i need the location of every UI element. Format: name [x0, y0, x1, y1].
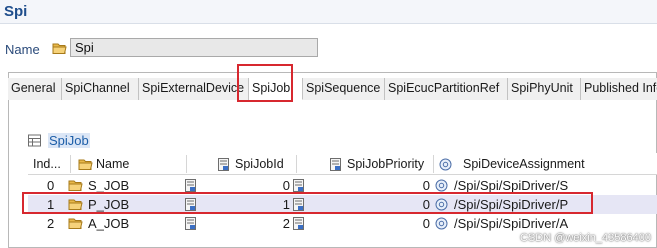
editor-title: Spi	[4, 3, 28, 20]
folder-icon	[68, 180, 83, 191]
tab-spichannel[interactable]: SpiChannel	[62, 78, 139, 100]
row-device-assignment[interactable]: /Spi/Spi/SpiDriver/S	[454, 176, 568, 195]
tab-published-info[interactable]: Published Info	[581, 78, 657, 100]
number-field-icon	[293, 179, 304, 192]
table-header: Ind... Name SpiJobId SpiJobPriority SpiD…	[28, 153, 657, 175]
folder-icon	[68, 218, 83, 229]
reference-icon	[435, 217, 448, 230]
number-field-icon	[330, 158, 341, 171]
watermark: CSDN @weixin_43586400	[519, 232, 651, 244]
column-header-spijobpriority[interactable]: SpiJobPriority	[347, 153, 424, 175]
number-field-icon	[218, 158, 229, 171]
reference-icon	[439, 158, 452, 171]
row-job-id[interactable]: 0	[260, 176, 290, 195]
folder-icon	[52, 43, 67, 54]
folder-icon	[78, 159, 93, 170]
table-view-icon	[28, 134, 41, 147]
tab-spiecucpartitionref[interactable]: SpiEcucPartitionRef	[385, 78, 508, 100]
tab-general[interactable]: General	[8, 78, 62, 100]
row-priority[interactable]: 0	[398, 214, 430, 233]
table-row[interactable]: 0 S_JOB 0 0 /Spi/Spi/SpiDriver/S	[28, 176, 657, 195]
row-index: 0	[47, 178, 55, 193]
row-name[interactable]: S_JOB	[88, 176, 129, 195]
row-device-assignment[interactable]: /Spi/Spi/SpiDriver/P	[454, 195, 568, 214]
row-index: 2	[47, 216, 55, 231]
table-row[interactable]: 2 A_JOB 2 0 /Spi/Spi/SpiDriver/A	[28, 214, 657, 233]
column-header-spideviceassignment[interactable]: SpiDeviceAssignment	[463, 153, 585, 175]
tab-spijob[interactable]: SpiJob	[249, 78, 303, 100]
row-name[interactable]: A_JOB	[88, 214, 129, 233]
number-field-icon	[185, 217, 196, 230]
name-row: Name	[0, 38, 657, 60]
reference-icon	[435, 179, 448, 192]
name-input[interactable]	[70, 38, 318, 57]
column-header-spijobid[interactable]: SpiJobId	[235, 153, 284, 175]
column-header-name[interactable]: Name	[96, 153, 129, 175]
row-name[interactable]: P_JOB	[88, 195, 129, 214]
tab-spiexternaldevice[interactable]: SpiExternalDevice	[139, 78, 249, 100]
table-row[interactable]: 1 P_JOB 1 0 /Spi/Spi/SpiDriver/P	[28, 195, 657, 214]
row-index: 1	[47, 197, 55, 212]
name-label: Name	[5, 42, 40, 57]
row-priority[interactable]: 0	[398, 176, 430, 195]
row-device-assignment[interactable]: /Spi/Spi/SpiDriver/A	[454, 214, 568, 233]
number-field-icon	[293, 198, 304, 211]
editor-title-bar: Spi	[0, 0, 657, 24]
row-job-id[interactable]: 1	[260, 195, 290, 214]
folder-icon	[68, 199, 83, 210]
number-field-icon	[185, 198, 196, 211]
tab-spisequence[interactable]: SpiSequence	[303, 78, 385, 100]
section-title: SpiJob	[48, 133, 90, 148]
number-field-icon	[293, 217, 304, 230]
reference-icon	[435, 198, 448, 211]
row-job-id[interactable]: 2	[260, 214, 290, 233]
tab-bar: General SpiChannel SpiExternalDevice Spi…	[8, 78, 657, 100]
column-header-index[interactable]: Ind...	[33, 153, 61, 175]
row-priority[interactable]: 0	[398, 195, 430, 214]
tab-spiphyunit[interactable]: SpiPhyUnit	[508, 78, 581, 100]
number-field-icon	[185, 179, 196, 192]
